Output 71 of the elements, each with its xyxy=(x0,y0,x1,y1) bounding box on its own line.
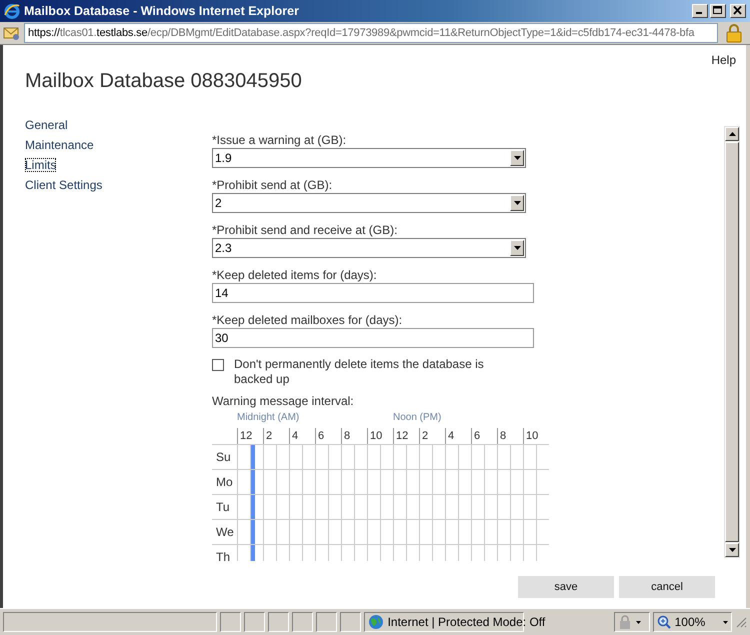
hour-label: 6 xyxy=(315,428,341,444)
dropdown-arrow-icon[interactable] xyxy=(514,200,520,205)
scrollbar[interactable] xyxy=(724,126,740,558)
address-field[interactable]: https://tlcas01.testlabs.se/ecp/DBMgmt/EditDatabase.aspx?reqId=17973989&pwmcid=11&ReturnObjectType=1&id=c5fdb174-ec31-4478-bfa xyxy=(24,22,718,43)
hour-label: 4 xyxy=(289,428,315,444)
field-label: *Issue a warning at (GB): xyxy=(212,132,348,148)
day-label: We xyxy=(212,518,237,544)
save-button[interactable]: save xyxy=(518,576,614,598)
security-zone-text: Internet | Protected Mode: Off xyxy=(388,615,546,630)
magnifier-icon xyxy=(656,615,671,630)
day-label: Mo xyxy=(212,468,237,494)
resize-grip-icon xyxy=(735,616,748,628)
up-arrow-icon xyxy=(728,132,736,136)
dropdown-arrow-icon[interactable] xyxy=(514,246,520,250)
hour-label: 6 xyxy=(471,428,497,444)
status-panel xyxy=(292,612,313,632)
nav-item[interactable]: Maintenance xyxy=(25,134,94,155)
field-label: *Keep deleted items for (days): xyxy=(212,266,378,283)
checkbox-label: Don't permanently delete items the database is backed up xyxy=(234,356,485,387)
hour-label: 12 xyxy=(393,428,419,444)
hour-label: 12 xyxy=(237,428,263,444)
zoom-button[interactable]: 100% xyxy=(652,612,732,632)
dropdown-arrow-icon[interactable] xyxy=(514,156,520,160)
status-panel xyxy=(340,612,361,632)
nav-item[interactable]: Limits xyxy=(25,158,56,172)
checkbox[interactable] xyxy=(212,358,224,371)
hour-label: 4 xyxy=(445,428,471,444)
window-title: Mailbox Database - Windows Internet Explorer xyxy=(24,4,300,18)
caret-icon xyxy=(723,620,728,624)
period-label: Noon (PM) xyxy=(393,410,442,425)
text-field[interactable]: 30 xyxy=(212,328,534,348)
day-label: Tu xyxy=(212,494,237,519)
minimize-button[interactable] xyxy=(692,4,708,18)
dropdown-field[interactable]: 2 xyxy=(212,192,526,213)
globe-icon xyxy=(368,614,384,630)
hour-label: 10 xyxy=(523,428,549,444)
dropdown-field[interactable]: 1.9 xyxy=(212,148,526,168)
text-field[interactable]: 14 xyxy=(212,282,534,303)
hour-label: 10 xyxy=(367,428,393,444)
period-label: Midnight (AM) xyxy=(237,410,300,425)
close-icon xyxy=(733,6,743,16)
maximize-button[interactable] xyxy=(710,4,726,18)
maximize-icon xyxy=(713,6,723,16)
dropdown-field[interactable]: 2.3 xyxy=(212,238,526,258)
browser-logo-icon xyxy=(4,2,20,19)
cancel-button[interactable]: cancel xyxy=(619,576,715,598)
down-arrow-icon xyxy=(728,548,736,552)
status-panel xyxy=(316,612,337,632)
envelope-icon xyxy=(3,24,21,41)
nav-item[interactable]: Client Settings xyxy=(25,174,102,195)
hour-label: 8 xyxy=(341,428,367,444)
hour-label: 2 xyxy=(419,428,445,444)
field-label: *Prohibit send and receive at (GB): xyxy=(212,222,398,238)
close-button[interactable] xyxy=(730,4,746,18)
padlock-icon xyxy=(725,22,743,43)
security-button[interactable] xyxy=(614,612,650,632)
status-panel xyxy=(220,612,242,632)
help-link[interactable]: Help xyxy=(711,52,736,67)
day-label: Th xyxy=(212,544,237,561)
day-label: Su xyxy=(212,444,237,469)
hour-label: 2 xyxy=(263,428,289,444)
section-label: Warning message interval: xyxy=(212,392,355,409)
hour-label: 8 xyxy=(497,428,523,444)
field-label: *Keep deleted mailboxes for (days): xyxy=(212,312,404,328)
status-panel xyxy=(268,612,289,632)
field-label: *Prohibit send at (GB): xyxy=(212,176,334,193)
page-title: Mailbox Database 0883045950 xyxy=(25,68,303,94)
status-panel xyxy=(244,612,266,632)
nav-item[interactable]: General xyxy=(25,114,68,135)
padlock-icon xyxy=(618,615,632,630)
caret-icon xyxy=(636,620,641,624)
